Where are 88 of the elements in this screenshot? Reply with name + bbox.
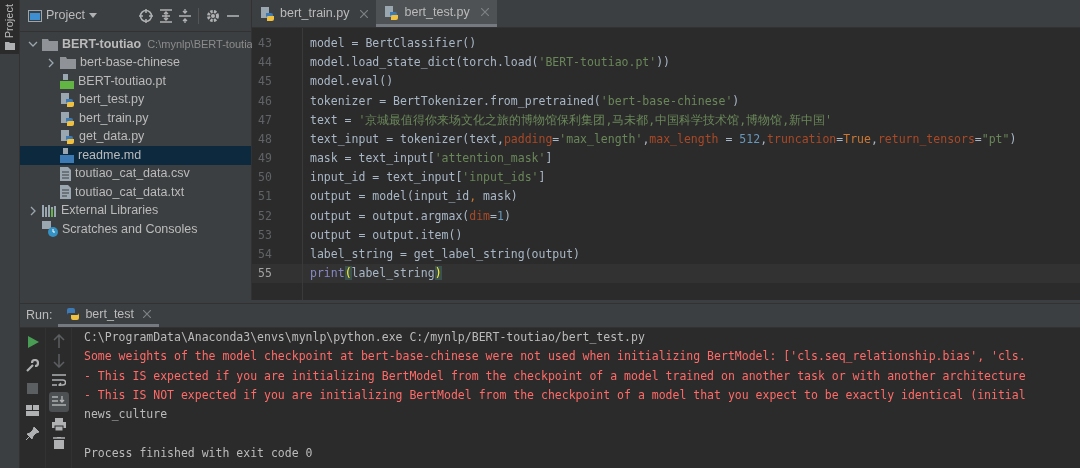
console-line: Some weights of the model checkpoint at bert-base-chinese were not used when initializing BertModel: ['cls.seq_relationship.bias', 'cls. (84, 348, 1027, 366)
console-line: news_culture (84, 406, 169, 424)
line-number: 51 (257, 188, 273, 206)
soft-wrap-icon (51, 374, 66, 386)
line-number: 49 (257, 150, 273, 168)
document-icon (60, 185, 71, 200)
tree-item[interactable]: bert_test.py (20, 90, 251, 109)
python-file-icon (260, 6, 275, 21)
tree-item[interactable]: BERT-toutiao C:\mynlp\BERT-toutia (20, 35, 251, 54)
python-file-icon (60, 110, 75, 126)
python-file-icon (384, 4, 400, 20)
code-line: text = '京城最值得你来场文化之旅的博物馆保利集团,马未都,中国科学技术馆,博物馆,新中国' (309, 111, 832, 129)
collapse-all-icon (179, 8, 191, 23)
scratches-icon (42, 221, 58, 238)
project-tool-tab[interactable]: Project (0, 0, 19, 55)
arrow-down-icon (52, 354, 65, 368)
markdown-file-icon (60, 147, 74, 163)
code-line: mask = text_input['attention_mask'] (309, 150, 553, 168)
locate-icon (139, 8, 153, 23)
code-line: model.eval() (309, 73, 394, 91)
folder-icon (4, 42, 15, 51)
code-line: print(label_string) (309, 265, 442, 283)
line-number: 53 (257, 226, 273, 244)
run-icon (26, 336, 39, 348)
line-number: 43 (257, 34, 273, 52)
pin-icon (26, 427, 39, 440)
folder-icon (42, 37, 58, 51)
scroll-to-end-button[interactable] (48, 392, 69, 412)
chevron-right-icon (46, 57, 56, 68)
chevron-right-icon (28, 205, 38, 216)
panel-label: Run: (25, 307, 54, 325)
run-tab[interactable]: bert_test (58, 304, 160, 327)
editor-tab[interactable]: bert_train.py (252, 0, 377, 27)
console-line: - This IS NOT expected if you are initializing BertModel from the checkpoint of a model that you expect to be exactly identical (initial (84, 386, 1027, 404)
line-number: 54 (257, 246, 273, 264)
code-line: output = model(input_id, mask) (309, 188, 518, 206)
print-icon (51, 418, 66, 431)
code-line: model.load_state_dict(torch.load('BERT-toutiao.pt')) (309, 54, 671, 72)
trash-icon (52, 437, 65, 449)
code-line: text_input = tokenizer(text,padding='max_length',max_length = 512,truncation=True,return_tensors="pt") (309, 130, 1017, 148)
python-file-icon (60, 129, 75, 145)
tree-item[interactable]: Scratches and Consoles (20, 220, 251, 239)
code-line: output = output.argmax(dim=1) (309, 207, 511, 225)
stop-icon (27, 383, 38, 394)
wrench-icon (26, 359, 39, 372)
console-line: C:\ProgramData\Anaconda3\envs\mynlp\python.exe C:/mynlp/BERT-toutiao/bert_test.py (84, 329, 646, 346)
tree-item[interactable]: bert-base-chinese (20, 53, 251, 72)
close-icon (360, 9, 369, 18)
line-number: 47 (257, 111, 273, 129)
line-number: 45 (257, 73, 273, 91)
line-number: 48 (257, 130, 273, 148)
close-icon (480, 8, 489, 16)
library-icon (42, 204, 57, 218)
code-line: model = BertClassifier() (309, 34, 477, 52)
line-number: 50 (257, 169, 273, 187)
line-number: 52 (257, 207, 273, 225)
tree-item[interactable]: toutiao_cat_data.csv (20, 164, 251, 183)
scroll-down-icon (51, 396, 66, 408)
arrow-up-icon (52, 334, 65, 348)
tree-item[interactable]: toutiao_cat_data.txt (20, 183, 251, 202)
folder-icon (60, 56, 76, 70)
python-icon (66, 307, 81, 321)
code-line: label_string = get_label_string(output) (309, 246, 581, 264)
code-line: output = output.item() (309, 226, 463, 244)
expand-all-icon (160, 8, 172, 23)
minimize-icon (227, 14, 239, 17)
tree-item[interactable]: External Libraries (20, 201, 251, 220)
tree-item[interactable]: BERT-toutiao.pt (20, 72, 251, 91)
console-line: - This IS expected if you are initializing BertModel from the checkpoint of a model trained on another task or with another architecture (84, 367, 1027, 385)
editor-tab[interactable]: bert_test.py (376, 0, 497, 27)
line-number: 55 (257, 265, 273, 283)
caret-icon (88, 13, 97, 18)
settings-icon (206, 8, 220, 23)
console-line: Process finished with exit code 0 (84, 444, 314, 462)
tree-item[interactable]: readme.md (20, 146, 251, 165)
document-icon (60, 166, 71, 181)
code-line: tokenizer = BertTokenizer.from_pretrained('bert-base-chinese') (309, 92, 740, 110)
panel-icon (28, 9, 42, 22)
tree-item[interactable]: bert_train.py (20, 109, 251, 128)
line-number: 44 (257, 54, 273, 72)
layout-icon (26, 405, 39, 416)
close-icon (143, 310, 152, 318)
tree-item[interactable]: get_data.py (20, 127, 251, 146)
python-file-icon (60, 92, 75, 108)
code-line: input_id = text_input['input_ids'] (309, 169, 546, 187)
line-number: 46 (257, 92, 273, 110)
view-dropdown[interactable]: Project (46, 6, 97, 25)
file-icon (60, 73, 74, 89)
